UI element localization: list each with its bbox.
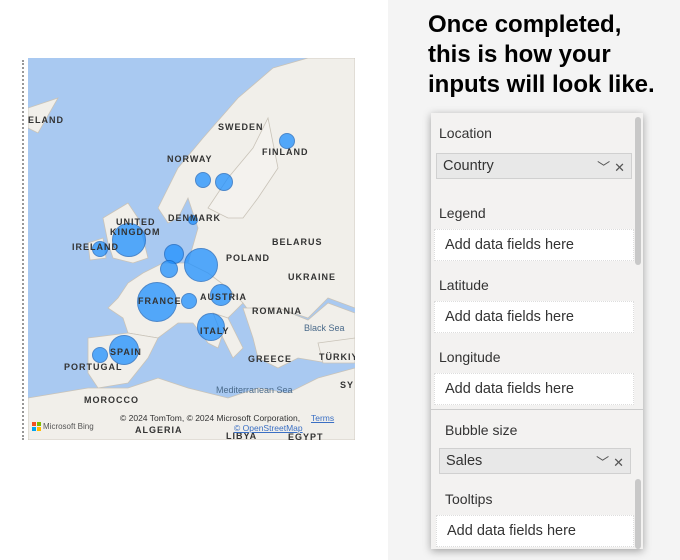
map-visual-area: ELAND SWEDEN NORWAY FINLAND DENMARK UNIT… [0,0,388,560]
map-label: IRELAND [72,242,119,252]
map-label: PORTUGAL [64,362,123,372]
bubble-size-field-pill[interactable]: Sales ﹀ ✕ [439,448,631,474]
map-label: GREECE [248,354,293,364]
map-label: Black Sea [304,323,345,333]
legend-label: Legend [439,205,486,221]
map-label: ITALY [200,326,230,336]
close-icon[interactable]: ✕ [614,160,625,175]
openstreetmap-link[interactable]: © OpenStreetMap [234,423,303,433]
bubble-norway[interactable] [195,172,211,188]
chevron-down-icon[interactable]: ﹀ [597,160,610,175]
map-label: POLAND [226,253,270,263]
map-label: NORWAY [167,154,213,164]
map-attribution: © 2024 TomTom, © 2024 Microsoft Corporat… [120,413,301,423]
longitude-label: Longitude [439,349,501,365]
location-label: Location [439,125,492,141]
map-label: SPAIN [110,347,142,357]
map-label: UNITED [116,217,156,227]
bubble-germany[interactable] [184,248,218,282]
latitude-well[interactable]: Add data fields here [434,301,634,333]
map-label: UKRAINE [288,272,337,282]
tooltips-label: Tooltips [445,491,493,507]
map-label: SY [340,380,355,390]
scrollbar-upper[interactable] [635,117,641,265]
close-icon[interactable]: ✕ [613,455,624,470]
terms-link[interactable]: Terms [311,413,334,423]
bubble-size-label: Bubble size [445,422,518,438]
map-label: AUSTRIA [200,292,247,302]
legend-well[interactable]: Add data fields here [434,229,634,261]
selection-border [22,60,24,440]
location-field-pill[interactable]: Country ﹀ ✕ [436,153,632,179]
map-label: TÜRKIY [319,352,355,362]
map-label: FRANCE [138,296,182,306]
map-label: ROMANIA [252,306,302,316]
bubble-switzerland[interactable] [181,293,197,309]
map-label: DENMARK [168,213,221,223]
map-label: FINLAND [262,147,309,157]
map-label: MOROCCO [84,395,139,405]
map-label: Mediterranean Sea [216,385,293,395]
map-label: SWEDEN [218,122,264,132]
bubble-sweden[interactable] [215,173,233,191]
bubble-portugal[interactable] [92,347,108,363]
map-label: ALGERIA [135,425,183,435]
map-label: BELARUS [272,237,323,247]
field-wells-panel: Location Country ﹀ ✕ Legend Add data field… [431,113,643,549]
latitude-label: Latitude [439,277,489,293]
map-label: KINGDOM [110,227,161,237]
map-label: ELAND [28,115,64,125]
tooltips-well[interactable]: Add data fields here [436,515,634,547]
bubble-map[interactable]: ELAND SWEDEN NORWAY FINLAND DENMARK UNIT… [28,58,355,440]
map-label: EGYPT [288,432,324,440]
bing-logo: Microsoft Bing [32,422,94,431]
chevron-down-icon[interactable]: ﹀ [596,455,609,470]
instruction-heading: Once completed, this is how your inputs … [428,11,655,98]
scrollbar-lower[interactable] [635,479,641,549]
bubble-belgium[interactable] [160,260,178,278]
longitude-well[interactable]: Add data fields here [434,373,634,405]
divider [431,409,643,410]
